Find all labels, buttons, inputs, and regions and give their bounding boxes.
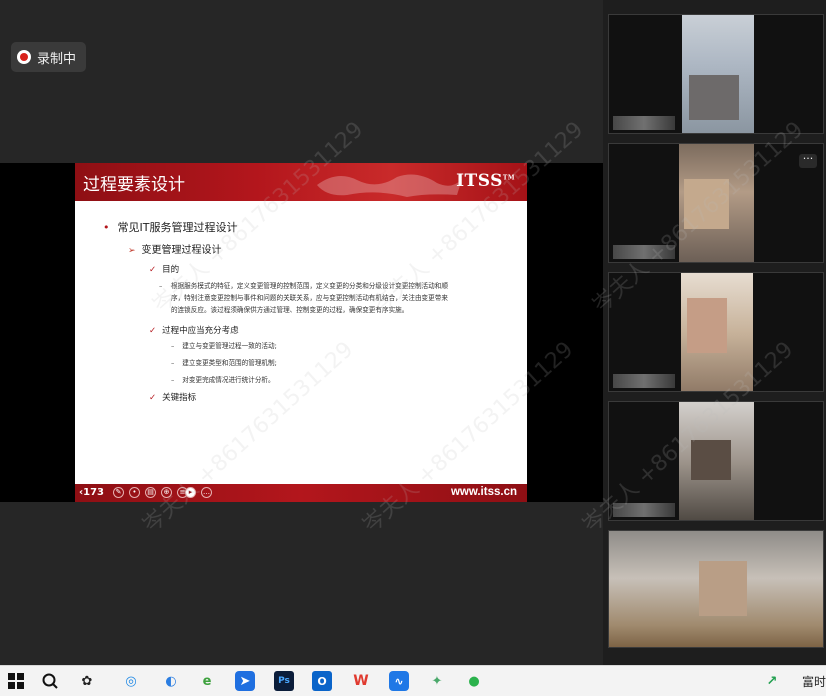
shared-slide: 过程要素设计 ITSSTM • 常见IT服务管理过程设计 ➢ 变更管理过程设计 ✓ 目… bbox=[75, 163, 527, 502]
slides-icon[interactable]: ▤ bbox=[145, 487, 156, 498]
section-considerations-text: 过程中应当充分考虑 bbox=[162, 326, 239, 336]
participant-name bbox=[613, 116, 675, 130]
check-icon: ✓ bbox=[149, 265, 157, 275]
check-icon: ✓ bbox=[149, 326, 157, 336]
ie-icon[interactable]: e bbox=[197, 671, 217, 691]
participant-name bbox=[613, 245, 675, 259]
section-purpose-text: 目的 bbox=[162, 265, 180, 275]
participant-video bbox=[684, 179, 729, 229]
wps-icon[interactable]: W bbox=[351, 671, 371, 691]
slide-header: 过程要素设计 ITSSTM bbox=[75, 163, 527, 201]
slide-title: 过程要素设计 bbox=[83, 175, 185, 195]
recording-label: 录制中 bbox=[37, 51, 77, 67]
search-icon[interactable] bbox=[40, 671, 60, 691]
more-options-button[interactable]: ··· bbox=[799, 153, 817, 168]
participant-name bbox=[613, 503, 675, 517]
zoom-icon[interactable]: ⊕ bbox=[161, 487, 172, 498]
sub-item-text: 建立变更类型和范围的管理机制; bbox=[182, 359, 277, 367]
sub-item: – 建立与变更管理过程一致的活动; bbox=[171, 340, 277, 350]
participant-video bbox=[691, 440, 731, 480]
dash-icon: – bbox=[171, 342, 175, 350]
pen-icon[interactable]: ✎ bbox=[113, 487, 124, 498]
participant-name bbox=[613, 374, 675, 388]
para-line: 根据服务模式的特征，定义变更管理的控制范围，定义变更的分类和分级设计变更控制活动… bbox=[171, 282, 448, 290]
participant-video bbox=[687, 298, 727, 353]
image-app-icon[interactable]: ✦ bbox=[427, 671, 447, 691]
slide-heading-text: 常见IT服务管理过程设计 bbox=[117, 221, 238, 234]
participant-tile[interactable] bbox=[608, 14, 824, 134]
main-stage: 录制中 过程要素设计 ITSSTM • 常见IT服务管理过程设计 ➢ 变更管理过程设… bbox=[0, 0, 603, 665]
stock-app-icon[interactable]: ↗ bbox=[762, 671, 782, 691]
slide-brand: ITSSTM bbox=[456, 171, 515, 191]
section-considerations: ✓ 过程中应当充分考虑 bbox=[149, 324, 239, 336]
windows-start-icon[interactable] bbox=[6, 671, 26, 691]
dash-icon: – bbox=[171, 376, 175, 384]
photoshop-icon[interactable]: Ps bbox=[274, 671, 294, 691]
feishu-icon[interactable]: ➤ bbox=[235, 671, 255, 691]
participant-tile[interactable] bbox=[608, 272, 824, 392]
section-key-metrics: ✓ 关键指标 bbox=[149, 391, 196, 403]
arrow-bullet-icon: ➢ bbox=[128, 246, 136, 256]
bullet-icon: • bbox=[103, 221, 110, 234]
recording-icon bbox=[17, 50, 31, 64]
more-icon[interactable]: … bbox=[201, 487, 212, 498]
section-key-metrics-text: 关键指标 bbox=[162, 393, 197, 403]
brand-tm: TM bbox=[502, 174, 515, 182]
participant-video bbox=[689, 75, 739, 120]
slide-body: • 常见IT服务管理过程设计 ➢ 变更管理过程设计 ✓ 目的 – 根据服务模式的特征，… bbox=[75, 201, 527, 484]
sub-item: – 对变更完成情况进行统计分析。 bbox=[171, 374, 275, 384]
slide-heading: • 常见IT服务管理过程设计 bbox=[103, 219, 237, 235]
wechat-icon[interactable]: ● bbox=[464, 671, 484, 691]
page-number-value: 173 bbox=[83, 487, 104, 498]
dash-icon: – bbox=[171, 359, 175, 367]
participants-panel: ··· bbox=[603, 0, 826, 665]
sub-item: – 建立变更类型和范围的管理机制; bbox=[171, 357, 277, 367]
brand-text: ITSS bbox=[456, 171, 503, 191]
recording-badge[interactable]: 录制中 bbox=[11, 42, 87, 72]
sub-item-text: 建立与变更管理过程一致的活动; bbox=[182, 342, 277, 350]
world-map-graphic bbox=[317, 174, 462, 197]
participant-tile[interactable] bbox=[608, 401, 824, 521]
participant-tile[interactable]: ··· bbox=[608, 143, 824, 263]
outlook-icon[interactable]: O bbox=[312, 671, 332, 691]
slide-subheading: ➢ 变更管理过程设计 bbox=[128, 241, 222, 256]
meeting-app-icon[interactable]: ∿ bbox=[389, 671, 409, 691]
meeting-window: 录制中 过程要素设计 ITSSTM • 常见IT服务管理过程设计 ➢ 变更管理过程设… bbox=[0, 0, 826, 665]
taskbar: ✿ ◎ ◐ e ➤ Ps O W ∿ ✦ ● ↗ 富时 bbox=[0, 665, 826, 696]
participant-tile[interactable] bbox=[608, 530, 824, 648]
browser-icon[interactable]: ◐ bbox=[161, 671, 181, 691]
participant-video bbox=[699, 561, 747, 616]
sub-item-text: 对变更完成情况进行统计分析。 bbox=[182, 376, 275, 384]
slide-subheading-text: 变更管理过程设计 bbox=[141, 245, 222, 256]
para-line: 序，特别注意变更控制与事件和问题的关联关系，应与变更控制活动有机结合，关注由变更… bbox=[171, 294, 448, 302]
website-url: www.itss.cn bbox=[450, 486, 517, 498]
slide-footer: ‹173 ✎ • ▤ ⊕ ≡ ▸ … www.itss.cn bbox=[75, 484, 527, 502]
page-number: ‹173 bbox=[79, 487, 104, 498]
tray-text[interactable]: 富时 bbox=[802, 673, 826, 690]
pointer-icon[interactable]: • bbox=[129, 487, 140, 498]
video-icon[interactable]: ▸ bbox=[185, 487, 196, 498]
dash-icon: – bbox=[159, 282, 163, 290]
edge-icon[interactable]: ◎ bbox=[121, 671, 141, 691]
section-purpose: ✓ 目的 bbox=[149, 263, 179, 275]
check-icon: ✓ bbox=[149, 393, 157, 403]
para-line: 的连锁反应。该过程须确保供方通过管理、控制变更的过程，确保变更有序实施。 bbox=[171, 306, 409, 314]
purpose-paragraph: – 根据服务模式的特征，定义变更管理的控制范围，定义变更的分类和分级设计变更控制… bbox=[159, 280, 501, 316]
app-icon[interactable]: ✿ bbox=[77, 671, 97, 691]
